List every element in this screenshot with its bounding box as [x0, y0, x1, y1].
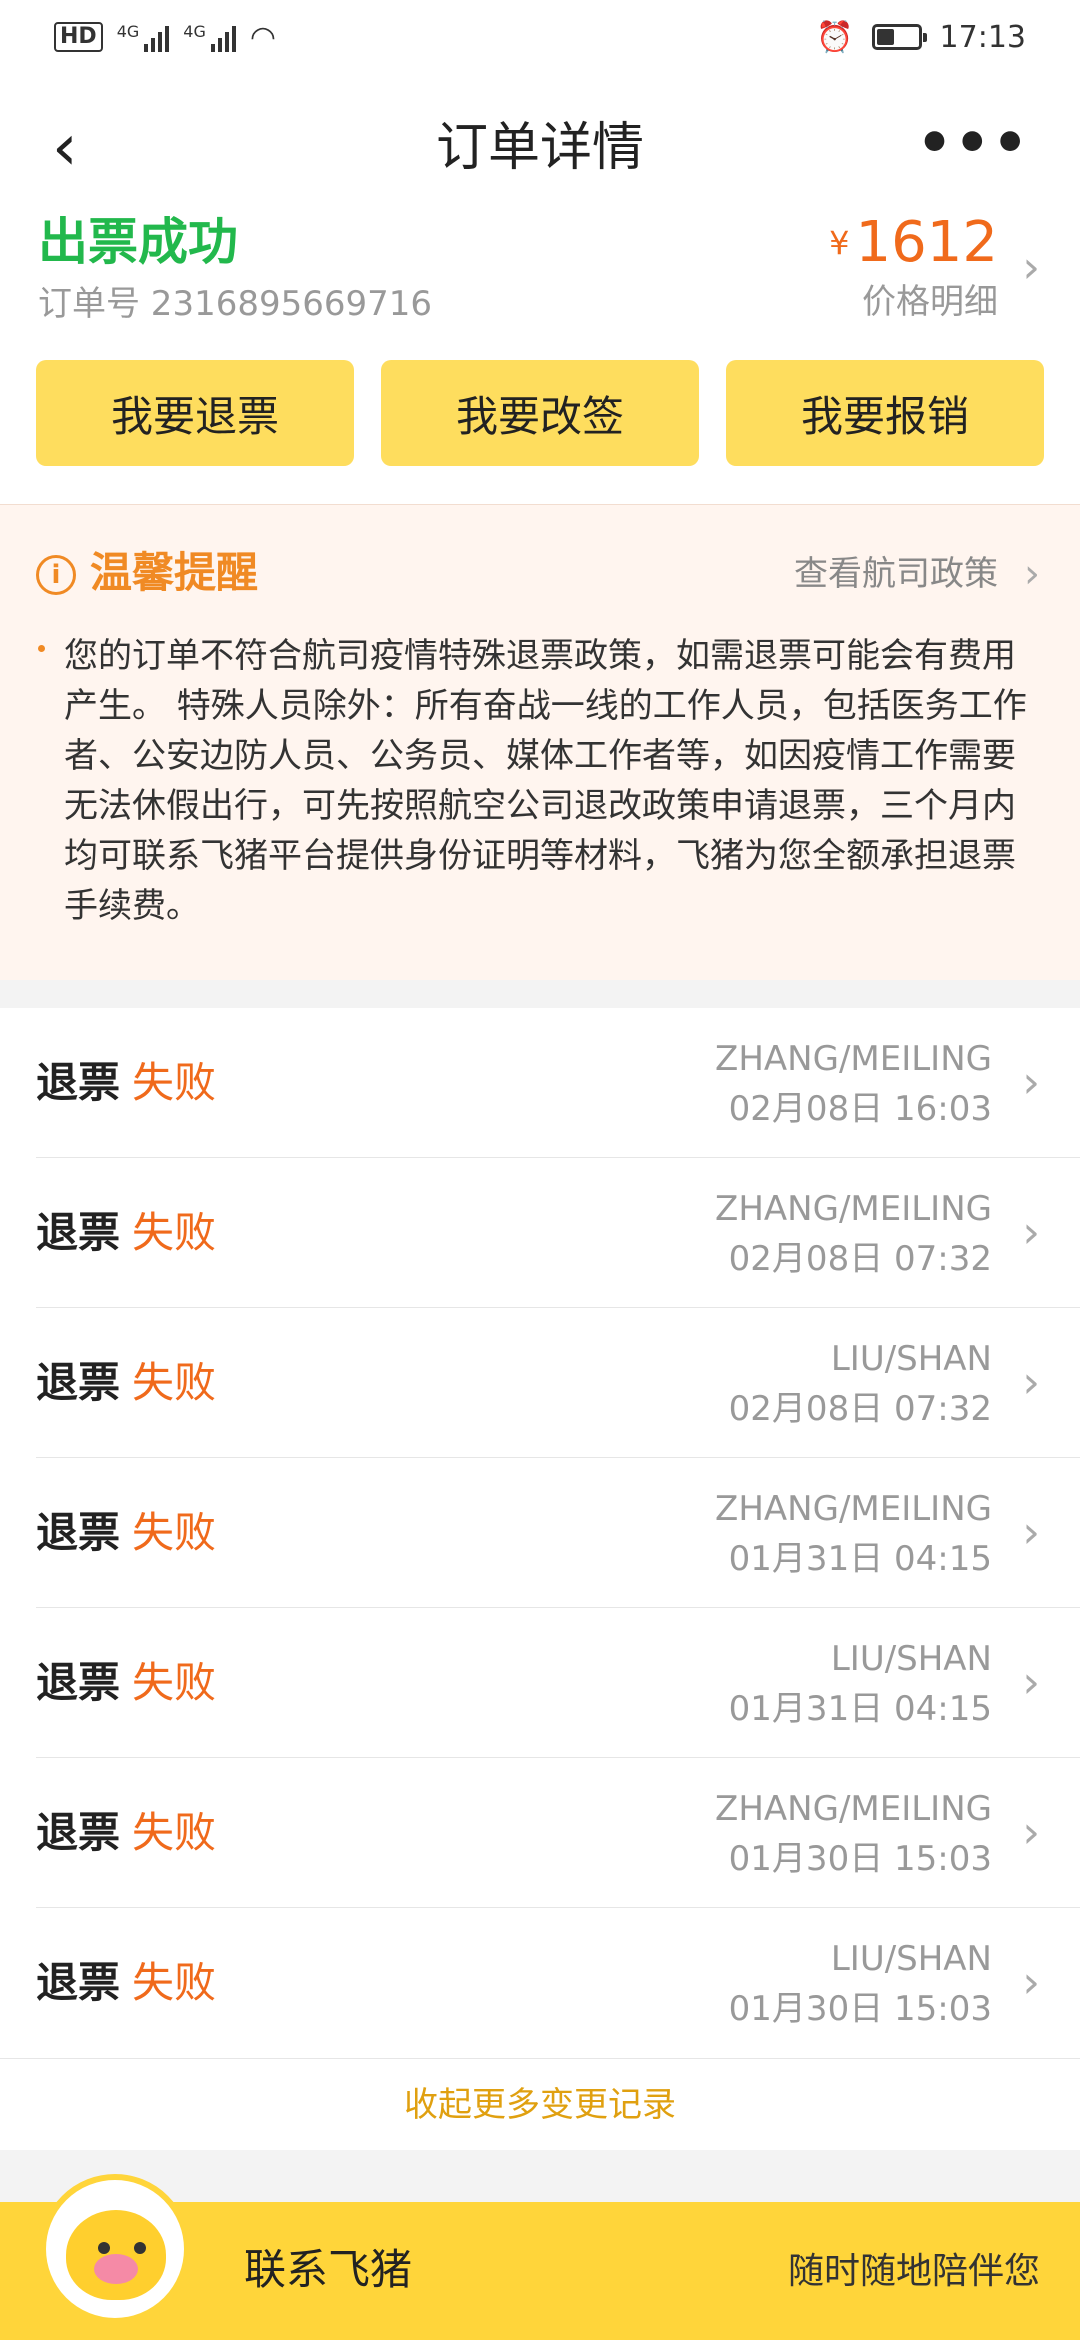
chevron-right-icon: ›	[1022, 1507, 1040, 1558]
list-item[interactable]: 退票 失败 LIU/SHAN 01月31日 04:15 ›	[36, 1608, 1080, 1758]
mascot-avatar-icon	[40, 2174, 190, 2324]
chevron-right-icon: ›	[1022, 1807, 1040, 1858]
record-status: 失败	[132, 1808, 217, 1857]
record-type: 退票 失败	[36, 1508, 217, 1557]
record-time: 01月31日 04:15	[728, 1539, 992, 1579]
refund-button[interactable]: 我要退票	[36, 360, 354, 466]
notice-title: 温馨提醒	[90, 548, 259, 597]
list-item[interactable]: 退票 失败 LIU/SHAN 02月08日 07:32 ›	[36, 1308, 1080, 1458]
alarm-icon: ⏰	[816, 19, 854, 55]
contact-title: 联系飞猪	[244, 2245, 413, 2294]
record-status: 失败	[132, 1658, 217, 1707]
chevron-right-icon: ›	[1022, 1207, 1040, 1258]
action-buttons: 我要退票 我要改签 我要报销	[36, 360, 1044, 466]
record-status: 失败	[132, 1508, 217, 1557]
passenger-name: LIU/SHAN	[830, 1939, 992, 1979]
passenger-name: ZHANG/MEILING	[715, 1039, 992, 1079]
chevron-right-icon: ›	[1022, 1657, 1040, 1708]
status-left: HD 4G 4G ◠	[54, 20, 276, 55]
passenger-name: ZHANG/MEILING	[715, 1189, 992, 1229]
more-icon[interactable]: •••	[917, 116, 1030, 172]
signal-icon: 4G	[183, 22, 236, 52]
record-time: 01月30日 15:03	[728, 1839, 992, 1879]
record-status: 失败	[132, 1058, 217, 1107]
record-type: 退票 失败	[36, 1808, 217, 1857]
signal-icon: 4G	[117, 22, 170, 52]
order-status: 出票成功	[38, 213, 238, 271]
price-amount: 1612	[855, 210, 998, 275]
list-item[interactable]: 退票 失败 LIU/SHAN 01月30日 15:03 ›	[36, 1908, 1080, 2058]
wifi-icon: ◠	[249, 19, 277, 55]
info-icon: i	[36, 555, 76, 595]
collapse-records-button[interactable]: 收起更多变更记录	[0, 2058, 1080, 2150]
passenger-name: LIU/SHAN	[830, 1639, 992, 1679]
currency-symbol: ¥	[829, 224, 850, 262]
record-type: 退票 失败	[36, 1058, 217, 1107]
list-item[interactable]: 退票 失败 ZHANG/MEILING 01月30日 15:03 ›	[36, 1758, 1080, 1908]
record-time: 01月30日 15:03	[728, 1989, 992, 2029]
notice-panel: i 温馨提醒 查看航司政策 › 您的订单不符合航司疫情特殊退票政策，如需退票可能…	[0, 504, 1080, 980]
record-status: 失败	[132, 1208, 217, 1257]
record-status: 失败	[132, 1358, 217, 1407]
list-item[interactable]: 退票 失败 ZHANG/MEILING 02月08日 16:03 ›	[36, 1008, 1080, 1158]
change-records: 退票 失败 ZHANG/MEILING 02月08日 16:03 › 退票 失败 Z…	[0, 1008, 1080, 2058]
record-time: 02月08日 16:03	[728, 1089, 992, 1129]
chevron-right-icon: ›	[1022, 1357, 1040, 1408]
price-detail-link[interactable]: 价格明细	[862, 280, 998, 324]
record-time: 02月08日 07:32	[728, 1389, 992, 1429]
network-label: 4G	[116, 22, 140, 41]
chevron-right-icon[interactable]: ›	[1022, 246, 1040, 290]
record-type: 退票 失败	[36, 1958, 217, 2007]
chevron-right-icon: ›	[1022, 1057, 1040, 1108]
record-time: 02月08日 07:32	[728, 1239, 992, 1279]
list-item[interactable]: 退票 失败 ZHANG/MEILING 01月31日 04:15 ›	[36, 1458, 1080, 1608]
status-right: ⏰ 17:13	[816, 20, 1026, 55]
battery-icon	[871, 24, 927, 50]
record-type: 退票 失败	[36, 1358, 217, 1407]
chevron-right-icon: ›	[1022, 1957, 1040, 2008]
record-type: 退票 失败	[36, 1208, 217, 1257]
hd-badge: HD	[54, 22, 103, 52]
network-label: 4G	[183, 22, 206, 41]
order-number: 订单号 2316895669716	[38, 284, 433, 324]
passenger-name: ZHANG/MEILING	[715, 1489, 992, 1529]
contact-subtitle: 随时随地陪伴您	[787, 2251, 1040, 2292]
price[interactable]: ¥1612	[829, 208, 998, 291]
chevron-right-icon[interactable]: ›	[1024, 549, 1040, 599]
list-item[interactable]: 退票 失败 ZHANG/MEILING 02月08日 07:32 ›	[36, 1158, 1080, 1308]
change-button[interactable]: 我要改签	[381, 360, 699, 466]
record-type: 退票 失败	[36, 1658, 217, 1707]
passenger-name: ZHANG/MEILING	[715, 1789, 992, 1829]
section-divider	[0, 980, 1080, 1008]
record-time: 01月31日 04:15	[728, 1689, 992, 1729]
record-status: 失败	[132, 1958, 217, 2007]
nav-bar: ‹ 订单详情 •••	[0, 96, 1080, 200]
reimburse-button[interactable]: 我要报销	[726, 360, 1044, 466]
status-bar: HD 4G 4G ◠ ⏰ 17:13	[0, 0, 1080, 74]
airline-policy-link[interactable]: 查看航司政策	[794, 549, 998, 599]
notice-body: 您的订单不符合航司疫情特殊退票政策，如需退票可能会有费用产生。 特殊人员除外：所…	[64, 636, 1027, 926]
passenger-name: LIU/SHAN	[830, 1339, 992, 1379]
clock: 17:13	[939, 19, 1026, 55]
bullet-icon	[38, 645, 45, 652]
